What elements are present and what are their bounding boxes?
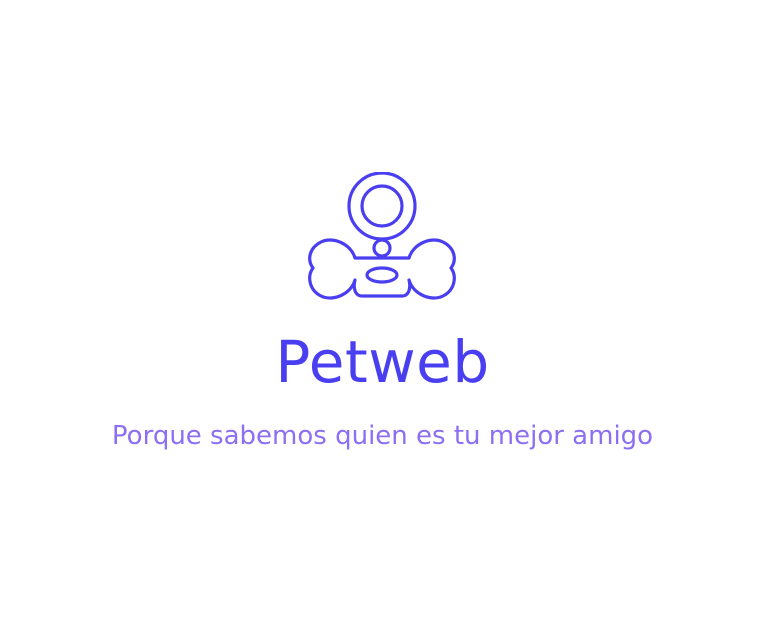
- splash-screen: Petweb Porque sabemos quien es tu mejor …: [0, 0, 765, 625]
- bone-tag-icon: [308, 172, 456, 300]
- brand-name: Petweb: [275, 328, 490, 396]
- tagline: Porque sabemos quien es tu mejor amigo: [111, 421, 654, 451]
